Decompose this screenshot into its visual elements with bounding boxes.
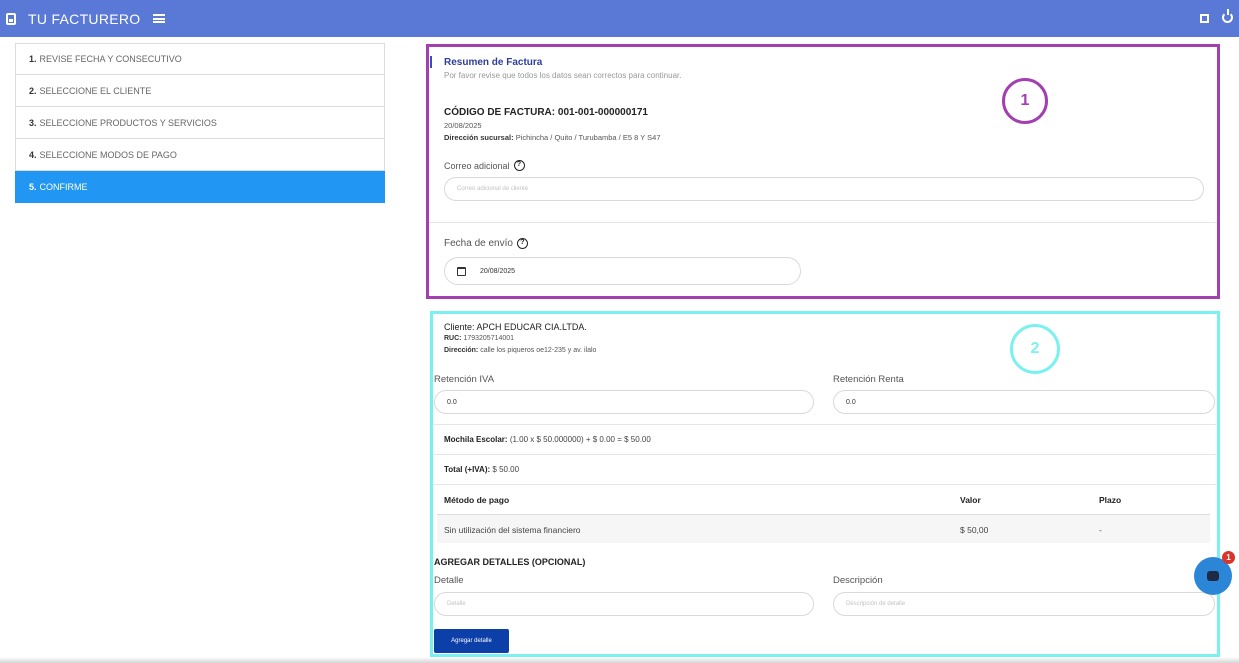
payment-method-cell: Sin utilización del sistema financiero	[444, 525, 581, 535]
client-name: Cliente: APCH EDUCAR CIA.LTDA.	[444, 322, 587, 332]
invoice-code: CÓDIGO DE FACTURA: 001-001-000000171	[444, 107, 648, 118]
help-icon[interactable]: ?	[513, 160, 525, 171]
calendar-icon[interactable]	[457, 266, 466, 276]
top-bar: TU FACTURERO	[0, 0, 1239, 37]
payment-value-cell: $ 50,00	[960, 525, 989, 535]
app-title: TU FACTURERO	[28, 10, 141, 27]
step-3[interactable]: 3. SELECCIONE PRODUCTOS Y SERVICIOS	[15, 107, 385, 139]
annotation-badge-one: 1	[1002, 78, 1048, 124]
step-5[interactable]: 5. CONFIRME	[15, 171, 385, 203]
retention-renta-input[interactable]: 0.0	[833, 390, 1215, 414]
client-ruc: RUC: 1793205714001	[444, 335, 515, 342]
detail-input[interactable]: Detalle	[434, 592, 814, 616]
step-1[interactable]: 1. REVISE FECHA Y CONSECUTIVO	[15, 43, 385, 75]
product-line: Mochila Escolar: (1.00 x $ 50.000000) + …	[444, 435, 651, 444]
section-divider	[433, 484, 1216, 485]
section-divider	[433, 454, 1216, 455]
retention-iva-input[interactable]: 0.0	[434, 390, 814, 414]
total-line: Total (+IVA): $ 50.00	[444, 465, 520, 474]
email-label: Correo adicional ?	[444, 160, 525, 171]
section-accent-bar	[430, 56, 432, 68]
chat-bubble-icon	[1207, 571, 1219, 581]
fullscreen-icon[interactable]	[1200, 14, 1209, 23]
send-date-label: Fecha de envío ?	[444, 238, 528, 249]
add-details-title: AGREGAR DETALLES (OPCIONAL)	[434, 557, 586, 567]
section-divider	[433, 424, 1216, 425]
description-label: Descripción	[833, 575, 883, 586]
additional-email-input[interactable]: Correo adicional de cliente	[444, 177, 1204, 201]
app-logo-icon	[6, 12, 16, 25]
step-2[interactable]: 2. SELECCIONE EL CLIENTE	[15, 75, 385, 107]
chat-notification-badge: 1	[1222, 551, 1235, 564]
bottom-shadow	[0, 657, 1239, 663]
step-4[interactable]: 4. SELECCIONE MODOS DE PAGO	[15, 139, 385, 171]
table-header-value: Valor	[960, 495, 981, 505]
power-icon[interactable]	[1222, 9, 1233, 23]
add-detail-button[interactable]: Agregar detalle	[434, 629, 509, 653]
detail-label: Detalle	[434, 575, 464, 586]
annotation-badge-two: 2	[1010, 324, 1060, 374]
help-icon[interactable]: ?	[516, 238, 528, 249]
retention-renta-label: Retención Renta	[833, 374, 904, 385]
summary-subtitle: Por favor revise que todos los datos sea…	[444, 71, 682, 80]
hamburger-menu-icon[interactable]	[152, 14, 165, 23]
invoice-date: 20/08/2025	[444, 121, 482, 130]
branch-address: Dirección sucursal: Pichincha / Quito / …	[444, 133, 661, 142]
table-header-method: Método de pago	[444, 495, 510, 505]
wizard-steps: 1. REVISE FECHA Y CONSECUTIVO 2. SELECCION…	[15, 43, 385, 203]
summary-title: Resumen de Factura	[444, 57, 543, 68]
section-divider	[429, 222, 1217, 223]
description-input[interactable]: Descripción de detalle	[833, 592, 1215, 616]
client-address: Dirección: calle los piqueros oe12-235 y…	[444, 347, 597, 354]
send-date-input[interactable]: 20/08/2025	[444, 257, 801, 285]
table-header-term: Plazo	[1099, 495, 1122, 505]
payment-term-cell: -	[1099, 525, 1102, 535]
retention-iva-label: Retención IVA	[434, 374, 495, 385]
